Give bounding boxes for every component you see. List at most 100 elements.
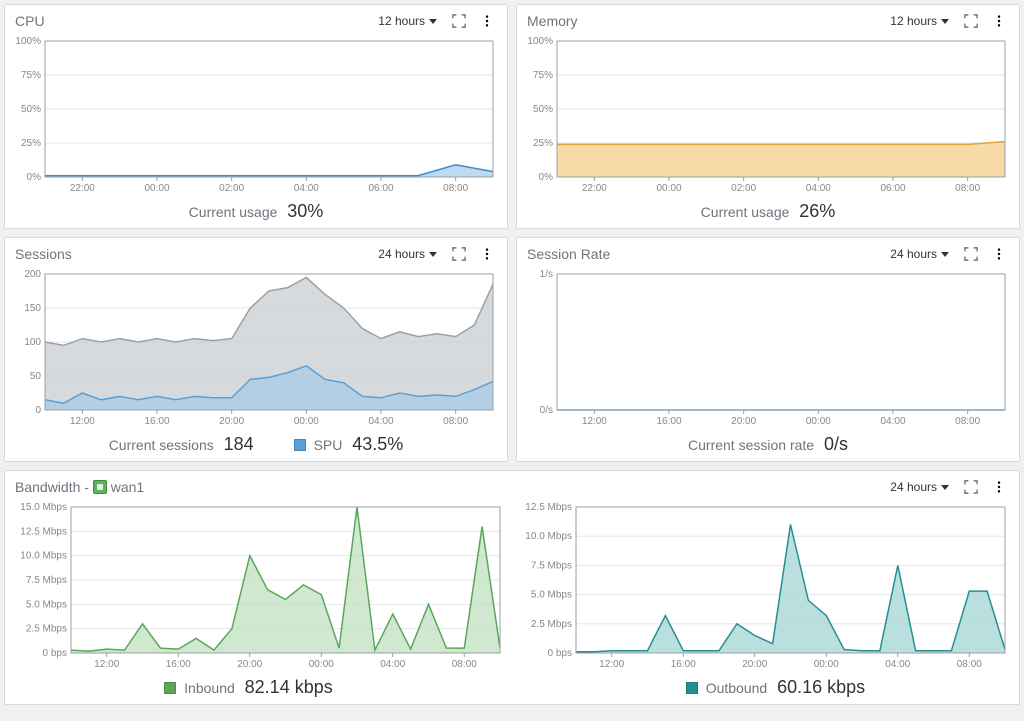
svg-text:2.5 Mbps: 2.5 Mbps [26,624,67,635]
svg-text:10.0 Mbps: 10.0 Mbps [20,551,67,562]
panel-title: Bandwidth - wan1 [15,479,878,495]
svg-text:04:00: 04:00 [885,659,910,670]
svg-text:16:00: 16:00 [166,659,191,670]
svg-text:00:00: 00:00 [309,659,334,670]
svg-text:02:00: 02:00 [219,183,244,194]
panel-memory: Memory 12 hours 0%25%50%75%100%22:0000:0… [516,4,1020,229]
svg-text:12:00: 12:00 [582,416,607,427]
svg-text:12:00: 12:00 [70,416,95,427]
chevron-down-icon [429,252,437,257]
panel-footer: Current session rate 0/s [517,430,1019,461]
panel-bandwidth: Bandwidth - wan1 24 hours 0 bps 2.5 Mbps 5… [4,470,1020,705]
svg-text:16:00: 16:00 [671,659,696,670]
panel-title: Session Rate [527,246,878,262]
chart-inbound: 0 bps2.5 Mbps5.0 Mbps7.5 Mbps10.0 Mbps12… [11,501,506,671]
panel-title: CPU [15,13,366,29]
svg-text:12:00: 12:00 [94,659,119,670]
svg-text:7.5 Mbps: 7.5 Mbps [531,560,572,571]
expand-icon[interactable] [449,11,469,31]
expand-icon[interactable] [449,244,469,264]
svg-text:00:00: 00:00 [656,183,681,194]
svg-text:2.5 Mbps: 2.5 Mbps [531,619,572,630]
svg-text:02:00: 02:00 [731,183,756,194]
svg-text:04:00: 04:00 [806,183,831,194]
svg-text:50: 50 [30,371,42,382]
time-range-select[interactable]: 24 hours [886,245,953,263]
time-range-select[interactable]: 24 hours [374,245,441,263]
legend-swatch-outbound [686,682,698,694]
svg-text:08:00: 08:00 [957,659,982,670]
expand-icon[interactable] [961,244,981,264]
expand-icon[interactable] [961,477,981,497]
svg-text:08:00: 08:00 [955,416,980,427]
legend-swatch-spu [294,439,306,451]
chart: 05010015020012:0016:0020:0000:0004:0008:… [11,268,499,428]
svg-text:1/s: 1/s [540,269,553,280]
svg-text:08:00: 08:00 [443,183,468,194]
svg-text:10.0 Mbps: 10.0 Mbps [525,531,572,542]
svg-text:16:00: 16:00 [656,416,681,427]
svg-text:0/s: 0/s [540,405,553,416]
svg-text:04:00: 04:00 [294,183,319,194]
svg-text:25%: 25% [533,138,553,149]
svg-text:20:00: 20:00 [742,659,767,670]
svg-text:08:00: 08:00 [443,416,468,427]
svg-text:0 bps: 0 bps [548,648,572,659]
more-menu-icon[interactable] [989,477,1009,497]
expand-icon[interactable] [961,11,981,31]
chart: 0/s1/s12:0016:0020:0000:0004:0008:00 [523,268,1011,428]
panel-footer: Inbound 82.14 kbps Outbound 60.16 kbps [5,673,1019,704]
interface-icon [93,480,107,494]
svg-text:150: 150 [24,303,41,314]
svg-text:0%: 0% [27,172,42,183]
time-range-select[interactable]: 12 hours [886,12,953,30]
chart: 0%25%50%75%100%22:0000:0002:0004:0006:00… [523,35,1011,195]
panel-title: Memory [527,13,878,29]
svg-text:5.0 Mbps: 5.0 Mbps [531,590,572,601]
svg-text:06:00: 06:00 [880,183,905,194]
svg-text:20:00: 20:00 [237,659,262,670]
svg-text:16:00: 16:00 [144,416,169,427]
svg-text:08:00: 08:00 [955,183,980,194]
svg-text:12.5 Mbps: 12.5 Mbps [20,526,67,537]
panel-footer: Current usage 26% [517,197,1019,228]
svg-text:12:00: 12:00 [599,659,624,670]
chevron-down-icon [941,252,949,257]
panel-sessions: Sessions 24 hours 05010015020012:0016:00… [4,237,508,462]
svg-text:100: 100 [24,337,41,348]
panel-footer: Current usage 30% [5,197,507,228]
time-range-select[interactable]: 12 hours [374,12,441,30]
chevron-down-icon [941,485,949,490]
panel-cpu: CPU 12 hours 0%25%50%75%100%22:0000:0002… [4,4,508,229]
svg-text:04:00: 04:00 [368,416,393,427]
svg-text:75%: 75% [21,70,41,81]
chart-outbound: 0 bps 2.5 Mbps 5.0 Mbps 7.5 Mbps 10.0 Mbps 12… [516,501,1011,671]
more-menu-icon[interactable] [477,11,497,31]
svg-text:12.5 Mbps: 12.5 Mbps [525,502,572,513]
svg-text:100%: 100% [527,36,553,47]
panel-title: Sessions [15,246,366,262]
svg-text:00:00: 00:00 [144,183,169,194]
more-menu-icon[interactable] [989,244,1009,264]
time-range-select[interactable]: 24 hours [886,478,953,496]
svg-text:15.0 Mbps: 15.0 Mbps [20,502,67,513]
svg-text:20:00: 20:00 [731,416,756,427]
svg-text:00:00: 00:00 [814,659,839,670]
svg-text:25%: 25% [21,138,41,149]
svg-text:22:00: 22:00 [582,183,607,194]
svg-text:100%: 100% [15,36,41,47]
legend-swatch-inbound [164,682,176,694]
svg-text:20:00: 20:00 [219,416,244,427]
svg-text:00:00: 00:00 [806,416,831,427]
chevron-down-icon [941,19,949,24]
svg-text:50%: 50% [533,104,553,115]
svg-text:08:00: 08:00 [452,659,477,670]
more-menu-icon[interactable] [477,244,497,264]
dashboard-grid: CPU 12 hours 0% 25% 50% 75% 100% 22:00 00:00 02… [0,0,1024,709]
panel-session-rate: Session Rate 24 hours 0/s 1/s 12:00 16:00 20… [516,237,1020,462]
more-menu-icon[interactable] [989,11,1009,31]
svg-text:0 bps: 0 bps [43,648,67,659]
svg-text:50%: 50% [21,104,41,115]
chart: 0%25%50%75%100%22:0000:0002:0004:0006:00… [11,35,499,195]
svg-text:04:00: 04:00 [380,659,405,670]
